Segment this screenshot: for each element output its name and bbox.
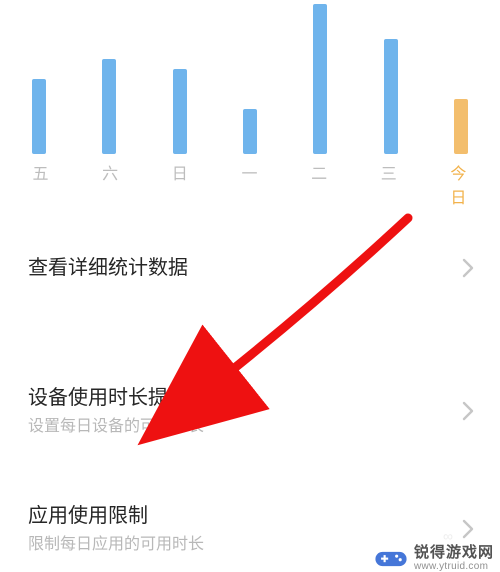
bar xyxy=(243,109,257,154)
chart-x-ticks: 五六日一二三今日 xyxy=(24,160,476,208)
view-detailed-stats-item[interactable]: 查看详细统计数据 xyxy=(0,236,500,300)
item-title: 设备使用时长提醒 xyxy=(28,384,472,412)
watermark: 锐得游戏网 www.ytruid.com xyxy=(374,545,494,572)
item-title: 应用使用限制 xyxy=(28,502,472,530)
x-tick: 日 xyxy=(165,160,195,208)
settings-list: 查看详细统计数据 设备使用时长提醒 设置每日设备的可用时长 应用使用限制 限制每… xyxy=(0,236,500,572)
item-title: 查看详细统计数据 xyxy=(28,254,472,282)
watermark-url: www.ytruid.com xyxy=(414,562,494,572)
device-usage-reminder-item[interactable]: 设备使用时长提醒 设置每日设备的可用时长 xyxy=(0,366,500,456)
gamepad-icon xyxy=(374,549,408,569)
x-tick: 二 xyxy=(305,160,335,208)
chevron-right-icon xyxy=(462,401,474,421)
watermark-title: 锐得游戏网 xyxy=(414,545,494,560)
bar xyxy=(384,39,398,154)
screen-time-page: 五六日一二三今日 查看详细统计数据 设备使用时长提醒 设置每日设备的可用时长 应… xyxy=(0,0,500,572)
x-tick: 三 xyxy=(374,160,404,208)
chevron-right-icon xyxy=(462,258,474,278)
x-tick: 六 xyxy=(96,160,126,208)
x-tick: 五 xyxy=(26,160,56,208)
item-subtitle: 设置每日设备的可用时长 xyxy=(28,416,472,438)
bar xyxy=(173,69,187,154)
x-tick: 今日 xyxy=(444,160,474,208)
bar xyxy=(32,79,46,154)
ghost-indicator: ∞ xyxy=(443,528,454,544)
usage-bar-chart xyxy=(24,4,476,154)
bar xyxy=(313,4,327,154)
chevron-right-icon xyxy=(462,519,474,539)
bar xyxy=(102,59,116,154)
x-tick: 一 xyxy=(235,160,265,208)
bar-today xyxy=(454,99,468,154)
